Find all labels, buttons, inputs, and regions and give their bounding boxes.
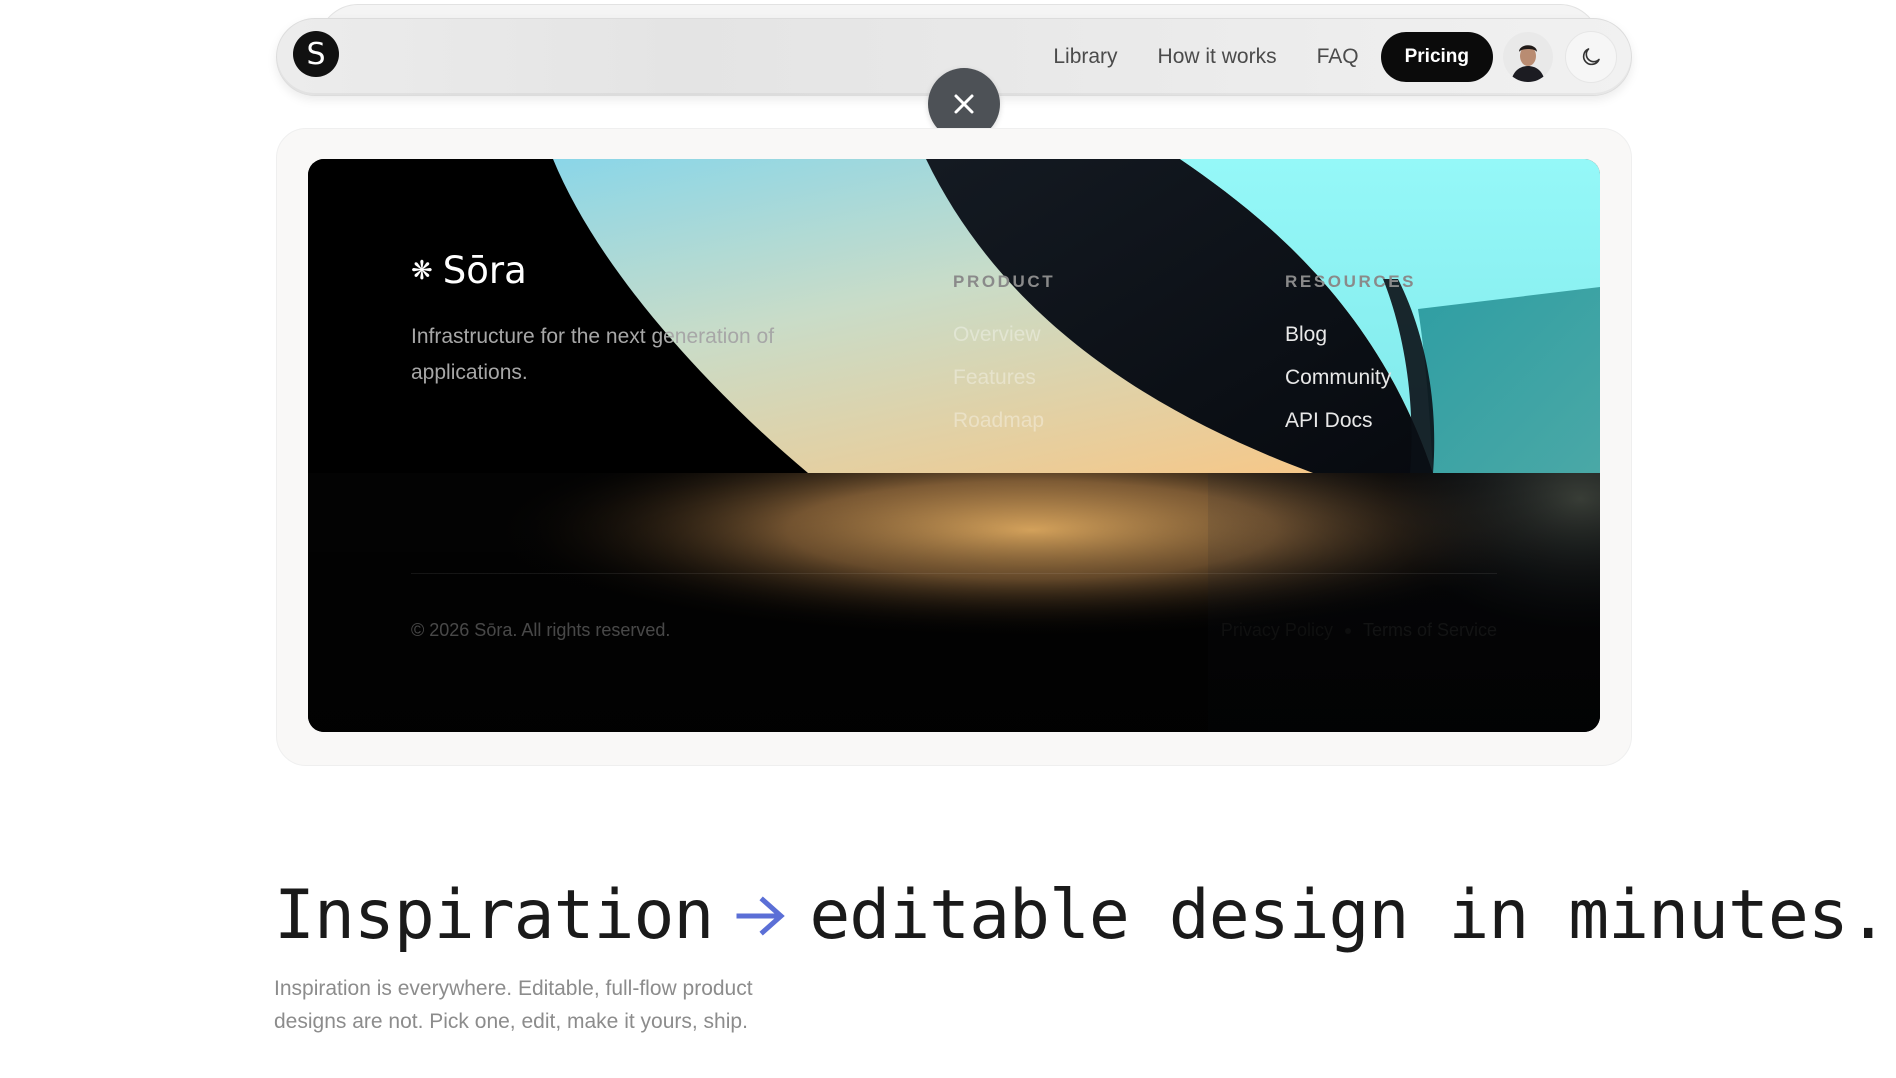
moon-icon [1582,48,1600,66]
hero-title-left: Inspiration [274,876,714,955]
legal-separator-dot [1344,627,1351,634]
nav-links: Library How it works FAQ Pricing [1053,19,1631,95]
theme-toggle[interactable] [1565,31,1617,83]
avatar[interactable] [1503,32,1553,82]
pricing-button[interactable]: Pricing [1380,32,1493,82]
copyright: © 2026 Sōra. All rights reserved. [411,620,671,640]
footer-brand[interactable]: ❋ Sōra [411,249,527,292]
terms-of-service-link[interactable]: Terms of Service [1363,620,1497,641]
footer-link-community[interactable]: Community [1285,366,1391,390]
footer-link-roadmap[interactable]: Roadmap [953,409,1044,433]
close-icon [954,94,974,114]
privacy-policy-link[interactable]: Privacy Policy [1221,620,1333,641]
hero-title: Inspiration editable design in minutes. [274,876,1889,955]
logo[interactable]: S [293,31,339,77]
hero-subtitle: Inspiration is everywhere. Editable, ful… [274,977,753,1033]
product-heading: PRODUCT [953,272,1056,291]
footer-divider [411,573,1497,574]
hero-title-right: editable design in minutes. [809,876,1888,955]
footer-tagline: Infrastructure for the next generation o… [411,325,775,384]
footer-content: ❋ Sōra Infrastructure for the next gener… [308,159,1600,732]
resources-heading: RESOURCES [1285,272,1417,291]
footer-link-api-docs[interactable]: API Docs [1285,409,1373,433]
footer-preview: ❋ Sōra Infrastructure for the next gener… [308,159,1600,732]
footer-link-features[interactable]: Features [953,366,1036,390]
brand-asterisk-icon: ❋ [411,255,433,286]
avatar-image [1503,32,1553,82]
arrow-right-icon [735,894,787,938]
footer-link-blog[interactable]: Blog [1285,323,1327,347]
nav-link-library[interactable]: Library [1053,45,1117,69]
nav-link-faq[interactable]: FAQ [1317,45,1359,69]
nav-link-how-it-works[interactable]: How it works [1158,45,1277,69]
footer-link-overview[interactable]: Overview [953,323,1041,347]
brand-name: Sōra [442,249,527,292]
legal-links: Privacy Policy Terms of Service [1221,620,1497,641]
